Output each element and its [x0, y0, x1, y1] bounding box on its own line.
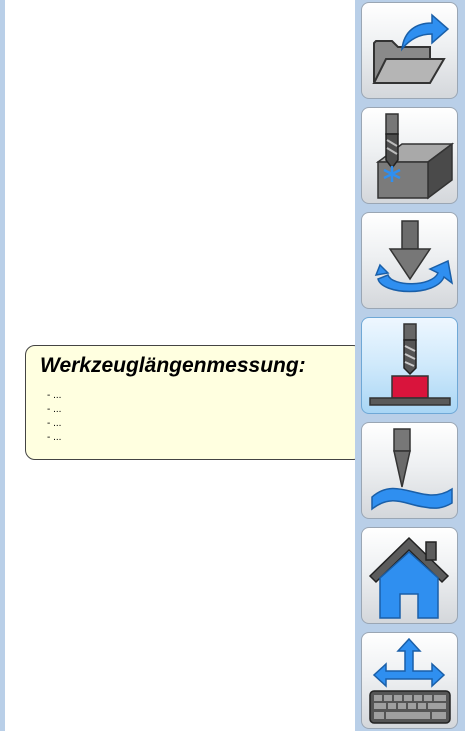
toolbar	[355, 0, 465, 731]
engraving-button[interactable]	[361, 422, 458, 519]
tooltip-item: - ...	[47, 432, 62, 443]
open-file-button[interactable]	[361, 2, 458, 99]
home-icon	[368, 536, 450, 619]
engraving-surface-icon	[371, 428, 453, 511]
tool-workpiece-zero-icon	[375, 113, 455, 200]
home-button[interactable]	[361, 527, 458, 624]
tooltip-item: - ...	[47, 418, 62, 429]
tooltip-item: - ...	[47, 404, 62, 415]
tooltip-list: - ... - ... - ... - ...	[47, 389, 350, 445]
tooltip-title: Werkzeuglängenmessung:	[40, 354, 306, 377]
open-folder-icon	[372, 13, 450, 84]
tool-rotate-icon	[374, 220, 454, 293]
tooltip-item: - ...	[47, 390, 62, 401]
move-keyboard-button[interactable]	[361, 632, 458, 729]
move-keyboard-icon	[369, 637, 451, 724]
workpiece-zero-button[interactable]	[361, 107, 458, 204]
tool-rotate-button[interactable]	[361, 212, 458, 309]
tool-length-measure-icon	[369, 323, 451, 406]
tooltip: Werkzeuglängenmessung: - ... - ... - ...…	[25, 345, 363, 460]
tool-length-measure-button[interactable]	[361, 317, 458, 414]
